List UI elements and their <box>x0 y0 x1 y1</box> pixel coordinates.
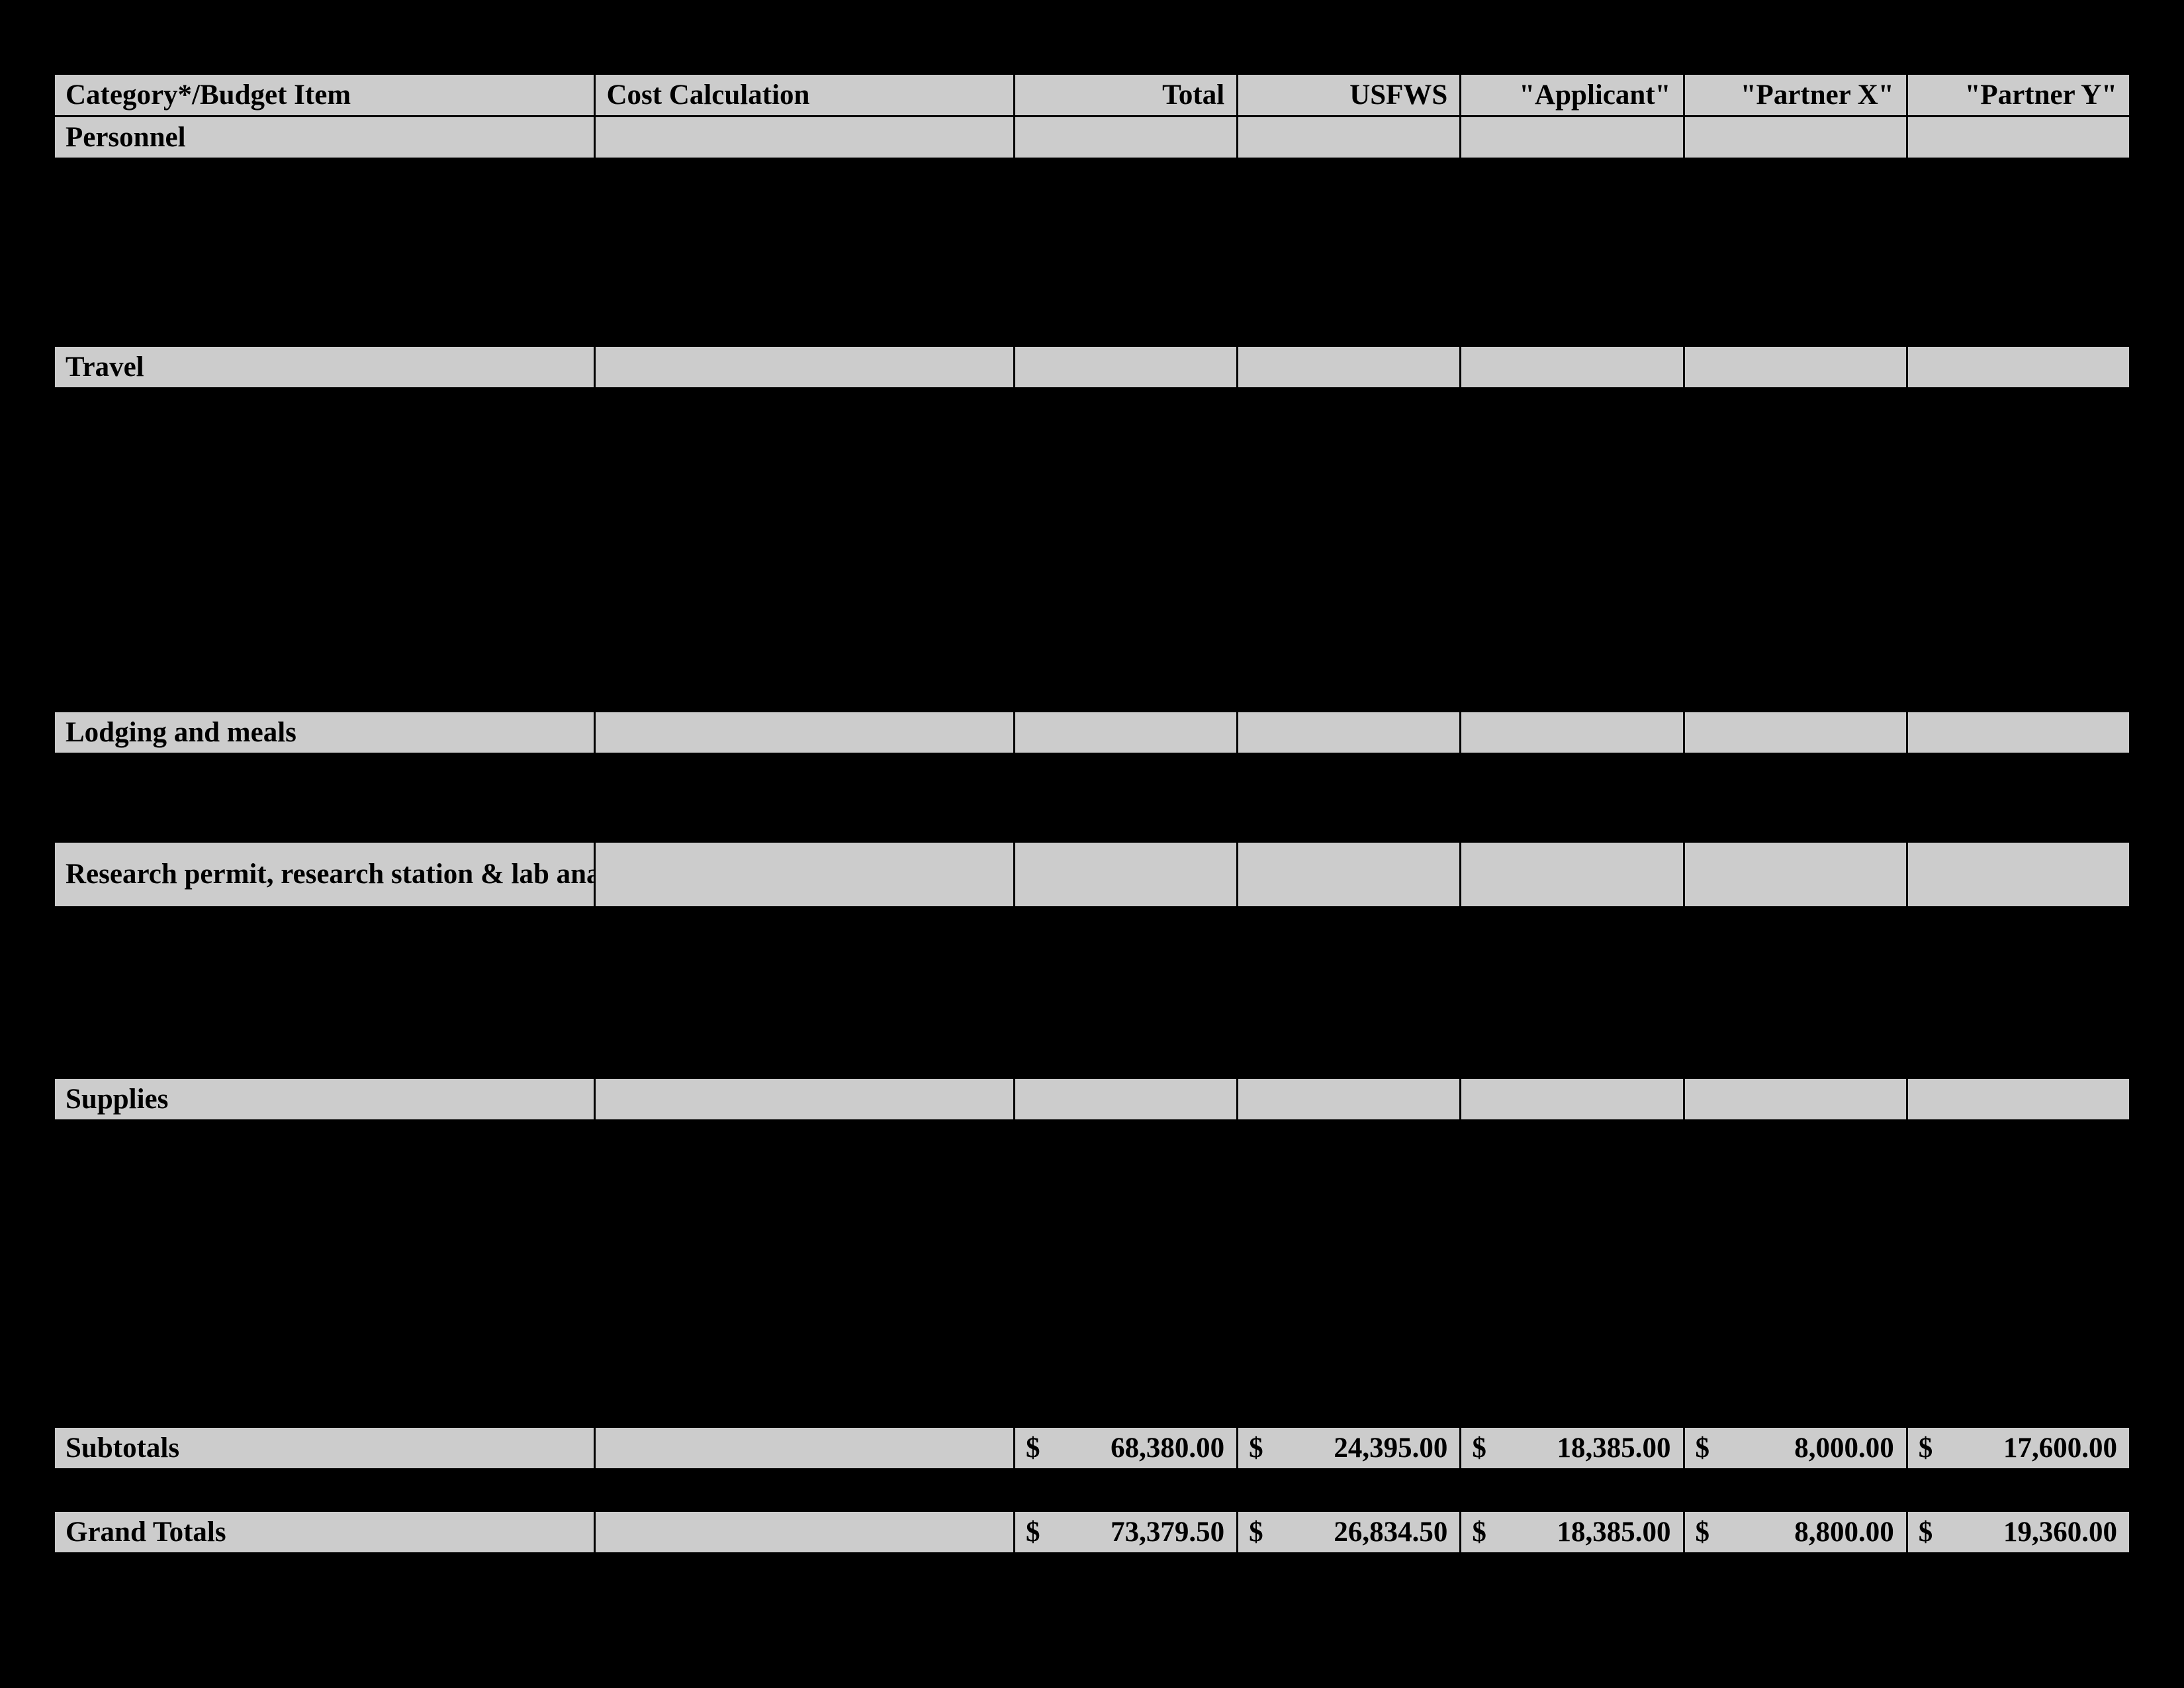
section-label: Travel <box>54 346 595 389</box>
section-supplies: Supplies <box>54 1078 2130 1121</box>
subtotal-total: $68,380.00 <box>1014 1427 1237 1470</box>
section-label: Research permit, research station & lab … <box>54 842 595 908</box>
grandtotal-applicant: $18,385.00 <box>1461 1511 1684 1554</box>
grandtotal-total: $73,379.50 <box>1014 1511 1237 1554</box>
subtotal-usfws: $24,395.00 <box>1238 1427 1461 1470</box>
row-subtotals: Subtotals $68,380.00 $24,395.00 $18,385.… <box>54 1427 2130 1470</box>
col-partner-x: "Partner X" <box>1684 74 1907 117</box>
grandtotal-partner-y: $19,360.00 <box>1907 1511 2130 1554</box>
col-partner-y: "Partner Y" <box>1907 74 2130 117</box>
subtotals-label: Subtotals <box>54 1427 595 1470</box>
section-label: Supplies <box>54 1078 595 1121</box>
subtotal-applicant: $18,385.00 <box>1461 1427 1684 1470</box>
col-total: Total <box>1014 74 1237 117</box>
section-label: Personnel <box>54 117 595 159</box>
grandtotal-usfws: $26,834.50 <box>1238 1511 1461 1554</box>
col-category: Category*/Budget Item <box>54 74 595 117</box>
col-applicant: "Applicant" <box>1461 74 1684 117</box>
subtotal-partner-y: $17,600.00 <box>1907 1427 2130 1470</box>
col-usfws: USFWS <box>1238 74 1461 117</box>
budget-table: Category*/Budget Item Cost Calculation T… <box>53 73 2131 1554</box>
subtotal-partner-x: $8,000.00 <box>1684 1427 1907 1470</box>
section-travel: Travel <box>54 346 2130 389</box>
grandtotal-partner-x: $8,800.00 <box>1684 1511 1907 1554</box>
section-fees: Research permit, research station & lab … <box>54 842 2130 908</box>
table-header-row: Category*/Budget Item Cost Calculation T… <box>54 74 2130 117</box>
row-grand-totals: Grand Totals $73,379.50 $26,834.50 $18,3… <box>54 1511 2130 1554</box>
grandtotals-label: Grand Totals <box>54 1511 595 1554</box>
section-label: Lodging and meals <box>54 712 595 754</box>
section-personnel: Personnel <box>54 117 2130 159</box>
section-lodging: Lodging and meals <box>54 712 2130 754</box>
col-calc: Cost Calculation <box>595 74 1015 117</box>
